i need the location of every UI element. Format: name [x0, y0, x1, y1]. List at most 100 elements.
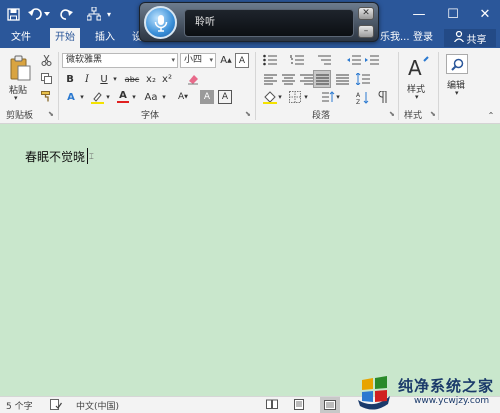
svg-text:A: A: [408, 56, 422, 79]
chevron-down-icon[interactable]: ▾: [302, 90, 310, 104]
font-launcher-icon[interactable]: ⬊: [245, 110, 251, 118]
bold-button[interactable]: B: [64, 72, 76, 86]
document-text[interactable]: 春眠不觉晓: [25, 148, 85, 165]
document-page[interactable]: 春眠不觉晓 ⌶: [0, 124, 500, 396]
minimize-icon[interactable]: –: [358, 25, 374, 38]
login-link[interactable]: 登录: [413, 30, 433, 46]
redo-icon[interactable]: [58, 4, 74, 24]
grow-font-icon[interactable]: A ▲: [219, 53, 233, 68]
character-shading-icon[interactable]: A: [200, 90, 214, 104]
highlight-icon[interactable]: [90, 90, 104, 104]
person-icon: [453, 30, 464, 45]
sort-icon[interactable]: AZ: [355, 90, 371, 104]
word-count[interactable]: 5 个字: [6, 399, 33, 412]
paste-dropdown-icon[interactable]: ▾: [14, 94, 18, 102]
tell-me-search[interactable]: 乐我...: [380, 30, 410, 46]
align-center-icon[interactable]: [280, 72, 296, 86]
watermark-logo-icon: [354, 374, 394, 410]
strikethrough-button[interactable]: abc: [122, 72, 142, 86]
speech-recognition-bar[interactable]: 聆听 ✕ –: [139, 2, 379, 42]
copy-icon[interactable]: [40, 72, 52, 84]
group-divider: [438, 52, 439, 120]
chevron-down-icon[interactable]: ▾: [111, 72, 119, 86]
cut-icon[interactable]: [40, 54, 52, 66]
microphone-icon[interactable]: [144, 6, 177, 39]
read-mode-icon[interactable]: [266, 399, 278, 412]
line-spacing-icon[interactable]: [355, 72, 371, 86]
tab-home[interactable]: 开始: [50, 28, 80, 48]
chevron-down-icon[interactable]: ▾: [130, 90, 138, 104]
font-group-label: 字体: [141, 111, 160, 121]
undo-icon[interactable]: [26, 4, 52, 24]
font-name-combo[interactable]: 微软雅黑 ▾: [62, 53, 178, 68]
watermark: 纯净系统之家 www.ycwjzy.com: [354, 372, 500, 413]
close-button[interactable]: ✕: [468, 0, 500, 28]
chevron-down-icon: ▾: [209, 56, 213, 64]
paragraph-group-label: 段落: [312, 111, 331, 121]
share-label: 共享: [466, 34, 487, 46]
share-button[interactable]: 共享: [444, 29, 496, 47]
tab-insert[interactable]: 插入: [90, 28, 120, 48]
chevron-down-icon[interactable]: ▾: [455, 89, 459, 97]
borders-icon[interactable]: [288, 90, 302, 104]
chevron-down-icon[interactable]: ▾: [334, 90, 342, 104]
align-right-icon[interactable]: [298, 72, 314, 86]
styles-launcher-icon[interactable]: ⬊: [430, 110, 436, 118]
shrink-font-icon[interactable]: A ▼: [176, 90, 190, 104]
chevron-down-icon[interactable]: ▾: [160, 90, 168, 104]
close-icon[interactable]: ✕: [358, 7, 374, 20]
minimize-button[interactable]: —: [402, 0, 436, 28]
chevron-down-icon[interactable]: ▾: [104, 90, 112, 104]
text-effects-icon[interactable]: A: [64, 90, 78, 104]
paste-label[interactable]: 粘贴: [9, 83, 27, 96]
chevron-down-icon[interactable]: ▾: [78, 90, 86, 104]
numbering-icon[interactable]: [289, 53, 305, 67]
italic-button[interactable]: I: [81, 72, 93, 86]
clipboard-group-label: 剪贴板: [6, 111, 34, 121]
find-magnifier-icon[interactable]: [446, 54, 468, 74]
web-layout-icon[interactable]: [320, 397, 340, 413]
touch-mode-icon[interactable]: [86, 4, 102, 24]
chevron-down-icon[interactable]: ▾: [276, 90, 284, 104]
bullets-icon[interactable]: [262, 53, 278, 67]
maximize-button[interactable]: ☐: [436, 0, 470, 28]
group-divider: [255, 52, 256, 120]
svg-text:A: A: [356, 92, 361, 99]
distributed-icon[interactable]: [334, 72, 350, 86]
print-layout-icon[interactable]: [294, 399, 304, 413]
font-size-value: 小四: [184, 55, 203, 65]
tab-file[interactable]: 文件: [6, 28, 36, 48]
chevron-down-icon[interactable]: ▾: [415, 93, 419, 101]
customize-toolbar-icon[interactable]: ▾: [104, 4, 114, 24]
proofing-icon[interactable]: [50, 399, 62, 413]
save-icon[interactable]: [4, 4, 22, 24]
text-cursor: [87, 148, 88, 164]
show-marks-icon[interactable]: [376, 90, 390, 104]
watermark-title: 纯净系统之家: [398, 377, 495, 395]
svg-text:Z: Z: [356, 99, 360, 104]
underline-button[interactable]: U: [98, 72, 110, 86]
decrease-indent-icon[interactable]: [346, 53, 362, 67]
font-color-icon[interactable]: A: [116, 90, 130, 104]
language-indicator[interactable]: 中文(中国): [76, 399, 119, 412]
font-size-combo[interactable]: 小四 ▾: [180, 53, 216, 68]
subscript-button[interactable]: x₂: [144, 72, 158, 86]
format-painter-icon[interactable]: [40, 90, 52, 102]
paste-icon[interactable]: [8, 54, 32, 82]
justify-icon[interactable]: [313, 70, 331, 88]
increase-indent-icon[interactable]: [364, 53, 380, 67]
align-left-icon[interactable]: [262, 72, 278, 86]
superscript-button[interactable]: x²: [160, 72, 174, 86]
change-case-button[interactable]: Aa: [142, 90, 160, 104]
paragraph-launcher-icon[interactable]: ⬊: [389, 110, 395, 118]
group-divider: [58, 52, 59, 120]
styles-icon[interactable]: A: [405, 54, 431, 80]
collapse-ribbon-icon[interactable]: ⌃: [486, 110, 496, 120]
watermark-url: www.ycwjzy.com: [414, 396, 490, 406]
text-effects-eraser-icon[interactable]: [186, 72, 200, 86]
character-border-icon[interactable]: A: [218, 90, 232, 104]
clear-formatting-icon[interactable]: A: [235, 53, 249, 68]
multilevel-list-icon[interactable]: [316, 53, 332, 67]
speech-status-text: 聆听: [195, 17, 215, 28]
clipboard-launcher-icon[interactable]: ⬊: [48, 110, 54, 118]
